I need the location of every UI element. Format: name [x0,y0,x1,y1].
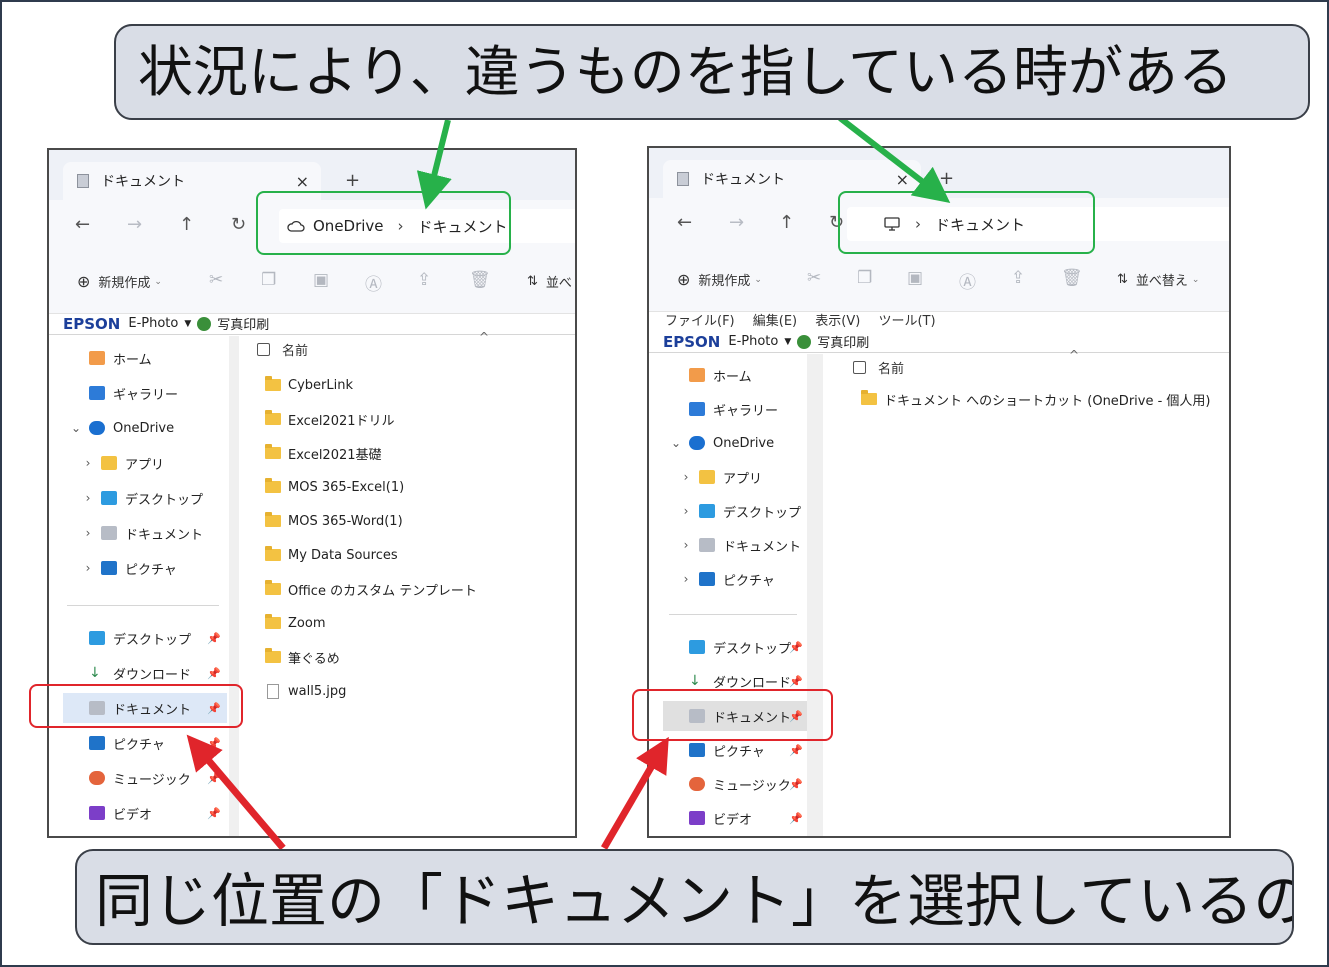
callout-top: 状況により、違うものを指している時がある [114,24,1310,120]
green-arrow-left [416,119,452,210]
callout-bottom: 同じ位置の「ドキュメント」を選択しているのに [75,849,1294,945]
annotation-arrows [186,115,951,851]
red-arrow-left [186,734,286,851]
green-arrow-right [838,115,951,203]
red-arrow-right [600,736,669,850]
